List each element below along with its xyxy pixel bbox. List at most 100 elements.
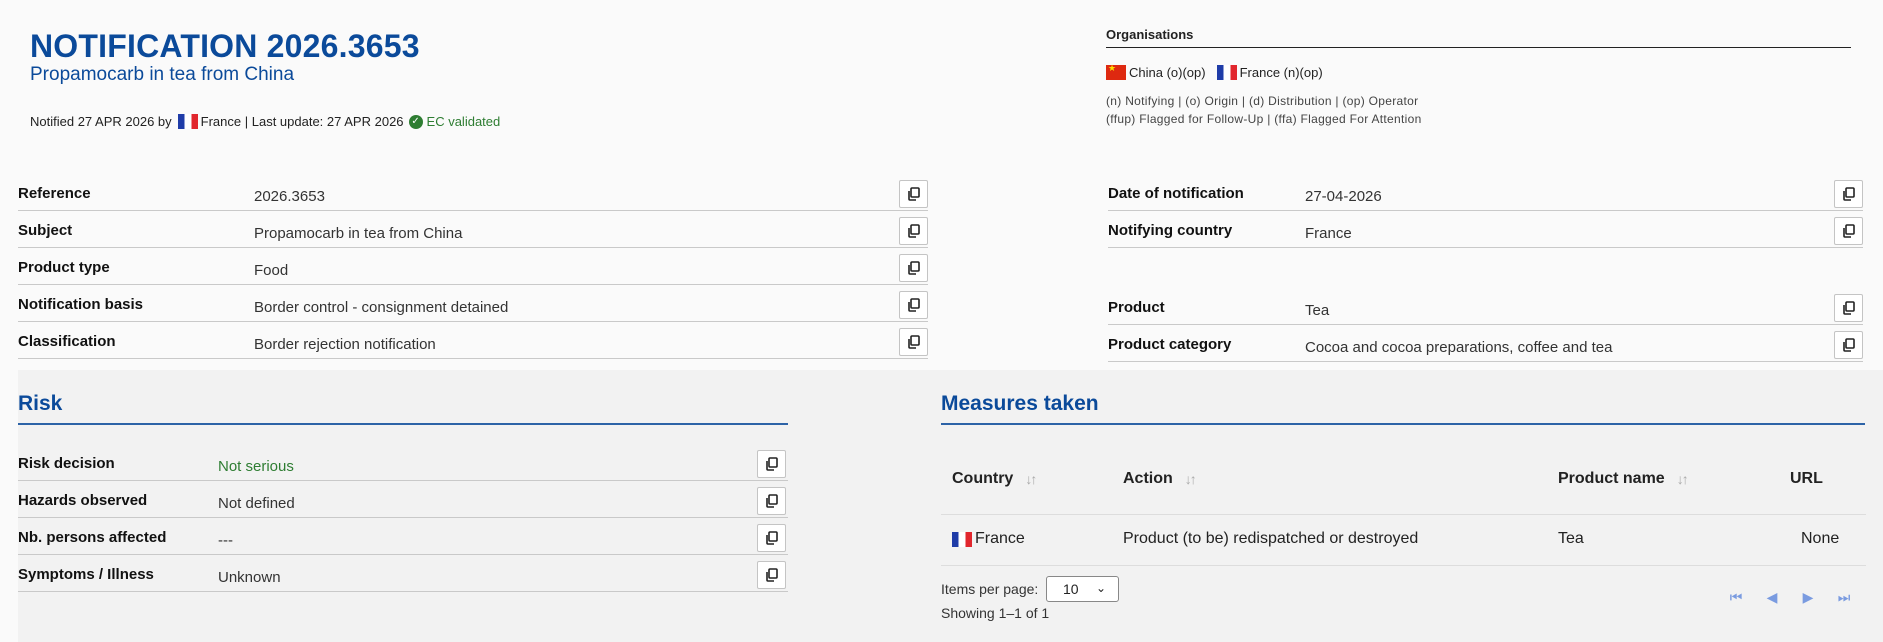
risk-divider (18, 423, 788, 425)
flag-china-icon (1106, 63, 1126, 80)
table-cell-country: France (952, 530, 1025, 548)
copy-button[interactable] (757, 487, 786, 515)
column-header-label: URL (1790, 470, 1823, 487)
field-row-symptoms: Symptoms / Illness Unknown (18, 555, 788, 592)
copy-button[interactable] (899, 180, 928, 208)
table-cell-product-name: Tea (1558, 530, 1584, 547)
table-cell-url: None (1801, 530, 1840, 547)
organisations-legend: (n) Notifying | (o) Origin | (d) Distrib… (1106, 94, 1419, 108)
table-cell-action: Product (to be) redispatched or destroye… (1123, 530, 1419, 547)
sort-icon[interactable]: ↓↑ (1025, 471, 1037, 487)
copy-button[interactable] (899, 328, 928, 356)
field-label: Risk decision (18, 455, 115, 472)
field-value: Border rejection notification (254, 336, 436, 353)
field-label: Nb. persons affected (18, 529, 167, 546)
flag-france-icon (1216, 65, 1237, 80)
field-label: Product category (1108, 336, 1232, 353)
field-row-notifying-country: Notifying country France (1108, 211, 1863, 248)
table-header-divider (941, 514, 1866, 515)
organisations-title: Organisations (1106, 27, 1194, 42)
chevron-down-icon: ⌄ (1095, 581, 1106, 595)
copy-icon (908, 335, 920, 349)
copy-button[interactable] (757, 561, 786, 589)
field-row-reference: Reference 2026.3653 (18, 174, 928, 211)
column-header-country[interactable]: Country ↓↑ (952, 470, 1037, 488)
risk-section-title: Risk (18, 392, 63, 415)
copy-button[interactable] (757, 450, 786, 478)
copy-icon (908, 261, 920, 275)
field-value: Unknown (218, 569, 281, 586)
field-row-product-category: Product category Cocoa and cocoa prepara… (1108, 325, 1863, 362)
copy-icon (1843, 224, 1855, 238)
copy-icon (766, 568, 778, 582)
column-header-product-name[interactable]: Product name ↓↑ (1558, 470, 1689, 488)
field-row-product: Product Tea (1108, 288, 1863, 325)
field-label: Notifying country (1108, 222, 1233, 239)
notification-meta: Notified 27 APR 2026 by France | Last up… (30, 114, 500, 129)
column-header-url: URL (1790, 470, 1823, 488)
check-circle-icon: ✓ (408, 114, 423, 129)
field-label: Hazards observed (18, 492, 148, 509)
field-row-date-of-notification: Date of notification 27-04-2026 (1108, 174, 1863, 211)
field-value: Border control - consignment detained (254, 299, 509, 316)
organisations-list: China (o)(op) France (n)(op) (1106, 63, 1323, 80)
column-header-label: Country (952, 470, 1014, 487)
field-row-persons-affected: Nb. persons affected --- (18, 518, 788, 555)
copy-icon (908, 298, 920, 312)
column-header-action[interactable]: Action ↓↑ (1123, 470, 1197, 488)
field-row-subject: Subject Propamocarb in tea from China (18, 211, 928, 248)
copy-icon (766, 457, 778, 471)
copy-icon (908, 187, 920, 201)
column-header-label: Product name (1558, 470, 1665, 487)
organisation-france: France (n)(op) (1239, 65, 1323, 80)
copy-button[interactable] (899, 217, 928, 245)
sort-icon[interactable]: ↓↑ (1677, 471, 1689, 487)
last-update: | Last update: 27 APR 2026 (244, 114, 404, 129)
first-page-button[interactable]: ⏮ (1727, 588, 1745, 606)
field-value: Cocoa and cocoa preparations, coffee and… (1305, 339, 1613, 356)
field-row-hazards-observed: Hazards observed Not defined (18, 481, 788, 518)
copy-icon (908, 224, 920, 238)
table-row-divider (941, 565, 1866, 566)
copy-icon (766, 531, 778, 545)
field-value: 27-04-2026 (1305, 188, 1382, 205)
column-header-label: Action (1123, 470, 1173, 487)
items-per-page-label: Items per page: (941, 581, 1039, 597)
copy-button[interactable] (757, 524, 786, 552)
field-label: Symptoms / Illness (18, 566, 154, 583)
field-value: Propamocarb in tea from China (254, 225, 463, 242)
field-label: Product type (18, 259, 110, 276)
copy-button[interactable] (899, 254, 928, 282)
items-per-page-select[interactable]: 10 ⌄ (1046, 576, 1119, 602)
field-row-notification-basis: Notification basis Border control - cons… (18, 285, 928, 322)
previous-page-icon: ◀ (1766, 588, 1778, 605)
copy-button[interactable] (899, 291, 928, 319)
field-value: --- (218, 532, 233, 549)
field-value: Not serious (218, 458, 294, 475)
copy-button[interactable] (1834, 180, 1863, 208)
copy-button[interactable] (1834, 217, 1863, 245)
last-page-icon: ⏭ (1837, 588, 1851, 605)
page-subtitle: Propamocarb in tea from China (30, 64, 295, 85)
copy-icon (766, 494, 778, 508)
flag-france-icon (177, 114, 198, 129)
next-page-icon: ▶ (1802, 588, 1814, 605)
last-page-button[interactable]: ⏭ (1835, 588, 1853, 606)
pagination-range: Showing 1–1 of 1 (941, 605, 1050, 621)
organisations-divider (1106, 47, 1851, 48)
field-label: Subject (18, 222, 73, 239)
field-label: Classification (18, 333, 116, 350)
next-page-button[interactable]: ▶ (1799, 588, 1817, 606)
copy-icon (1843, 338, 1855, 352)
field-label: Date of notification (1108, 185, 1244, 202)
copy-icon (1843, 187, 1855, 201)
sort-icon[interactable]: ↓↑ (1185, 471, 1197, 487)
measures-section-title: Measures taken (941, 392, 1099, 415)
copy-button[interactable] (1834, 331, 1863, 359)
previous-page-button[interactable]: ◀ (1763, 588, 1781, 606)
page-title: NOTIFICATION 2026.3653 (30, 28, 420, 64)
field-value: France (1305, 225, 1352, 242)
items-per-page-value: 10 (1063, 581, 1079, 597)
copy-button[interactable] (1834, 294, 1863, 322)
field-label: Reference (18, 185, 91, 202)
